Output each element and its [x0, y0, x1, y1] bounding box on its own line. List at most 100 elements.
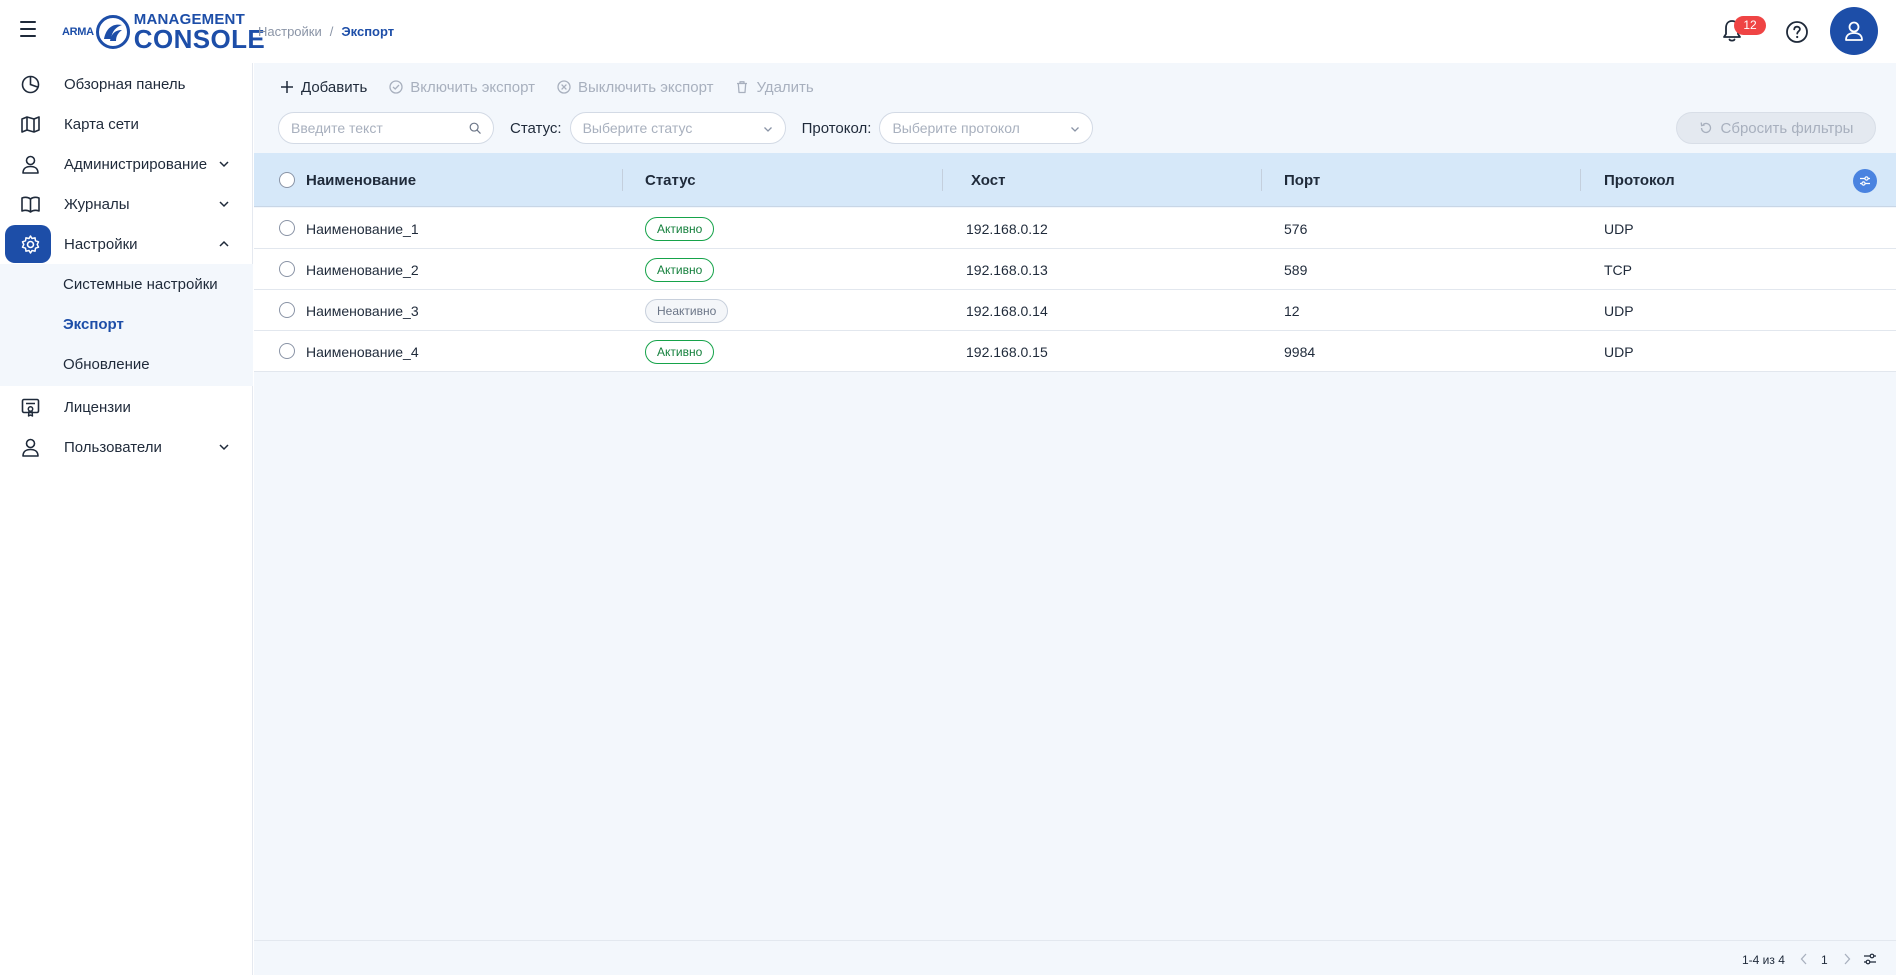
chevron-down-icon	[219, 161, 229, 168]
status-badge: Неактивно	[645, 299, 729, 323]
cell-host: 192.168.0.14	[966, 303, 1048, 319]
reset-filters-button[interactable]: Сбросить фильтры	[1676, 112, 1876, 144]
enable-export-button[interactable]: Включить экспорт	[389, 79, 535, 96]
status-badge: Активно	[645, 217, 715, 241]
enable-export-label: Включить экспорт	[410, 78, 535, 96]
toolbar: Добавить Включить экспорт Выключить эксп…	[280, 77, 814, 97]
sidebar-item-dashboard[interactable]: Обзорная панель	[0, 64, 253, 104]
logo-line2: CONSOLE	[133, 24, 266, 54]
gear-icon	[21, 235, 40, 254]
sidebar-item-network-map[interactable]: Карта сети	[0, 104, 253, 144]
check-circle-icon	[389, 80, 403, 94]
main-content: Добавить Включить экспорт Выключить эксп…	[254, 63, 1896, 975]
delete-button[interactable]: Удалить	[735, 78, 814, 96]
pagination-bar: 1-4 из 4 1	[254, 940, 1896, 975]
cell-port: 12	[1284, 303, 1300, 319]
status-select[interactable]: Выберите статус	[569, 112, 786, 144]
sidebar-item-label: Настройки	[64, 235, 138, 253]
cell-port: 9984	[1284, 344, 1316, 360]
settings-submenu: Системные настройки Экспорт Обновление	[0, 264, 253, 386]
breadcrumb-current: Экспорт	[341, 24, 395, 39]
row-checkbox[interactable]	[279, 220, 295, 236]
cell-protocol: UDP	[1604, 221, 1634, 237]
sidebar-item-users[interactable]: Пользователи	[0, 427, 253, 467]
cell-host: 192.168.0.12	[966, 221, 1048, 237]
table-row[interactable]: Наименование_1 Активно 192.168.0.12 576 …	[254, 208, 1896, 249]
chevron-left-icon[interactable]	[1799, 953, 1809, 965]
disable-export-button[interactable]: Выключить экспорт	[557, 79, 713, 96]
sidebar-item-settings[interactable]: Настройки	[0, 224, 253, 264]
user-icon	[22, 438, 39, 457]
row-checkbox[interactable]	[279, 343, 295, 359]
search-box	[278, 112, 494, 144]
submenu-item-update[interactable]: Обновление	[63, 356, 150, 373]
logo-emblem-icon	[95, 15, 130, 49]
sidebar-item-administration[interactable]: Администрирование	[0, 144, 253, 184]
cell-name: Наименование_3	[306, 303, 419, 319]
sidebar: Обзорная панель Карта сети Администриров…	[0, 63, 253, 975]
column-header-host[interactable]: Хост	[971, 172, 1005, 189]
breadcrumb: Настройки / Экспорт	[258, 24, 394, 39]
submenu-item-export[interactable]: Экспорт	[63, 316, 124, 333]
book-icon	[21, 196, 40, 213]
sidebar-item-label: Пользователи	[64, 438, 162, 456]
user-icon	[1845, 21, 1863, 41]
pagination-range: 1-4 из 4	[1742, 953, 1785, 967]
breadcrumb-separator: /	[329, 24, 334, 39]
status-filter-label: Статус	[510, 119, 558, 137]
chevron-up-icon	[219, 240, 229, 247]
column-header-port[interactable]: Порт	[1284, 172, 1320, 189]
column-header-name[interactable]: Наименование	[306, 172, 416, 189]
cell-host: 192.168.0.13	[966, 262, 1048, 278]
protocol-select[interactable]: Выберите протокол	[879, 112, 1094, 144]
plus-icon	[281, 81, 293, 93]
app-logo[interactable]: ARMA MANAGEMENT CONSOLE	[62, 12, 265, 52]
help-icon[interactable]	[1785, 20, 1809, 44]
cell-protocol: UDP	[1604, 303, 1634, 319]
chevron-down-icon	[763, 127, 772, 132]
filters-bar: Статус: Выберите статус Протокол: Выбери…	[278, 112, 1094, 144]
protocol-filter-label: Протокол	[801, 119, 868, 137]
column-header-protocol[interactable]: Протокол	[1604, 172, 1675, 189]
logo-brand: ARMA	[62, 26, 94, 38]
delete-label: Удалить	[756, 78, 814, 96]
cell-host: 192.168.0.15	[966, 344, 1048, 360]
chevron-right-icon[interactable]	[1842, 953, 1852, 965]
search-input[interactable]	[291, 120, 461, 136]
user-avatar[interactable]	[1830, 7, 1878, 55]
sidebar-item-label: Журналы	[64, 195, 130, 213]
sliders-icon[interactable]	[1863, 952, 1877, 966]
sidebar-item-licenses[interactable]: Лицензии	[0, 387, 253, 427]
trash-icon	[737, 81, 748, 94]
submenu-item-system-settings[interactable]: Системные настройки	[63, 276, 218, 293]
reset-filters-label: Сбросить фильтры	[1720, 119, 1854, 137]
refresh-icon	[1700, 122, 1711, 134]
pagination-page[interactable]: 1	[1821, 953, 1828, 967]
table-row[interactable]: Наименование_4 Активно 192.168.0.15 9984…	[254, 331, 1896, 372]
dashboard-icon	[21, 75, 40, 94]
sidebar-item-label: Лицензии	[64, 398, 131, 416]
table-row[interactable]: Наименование_3 Неактивно 192.168.0.14 12…	[254, 290, 1896, 331]
license-icon	[21, 398, 40, 417]
protocol-select-placeholder: Выберите протокол	[892, 120, 1020, 136]
column-settings-button[interactable]	[1853, 169, 1877, 193]
sidebar-item-label: Обзорная панель	[64, 75, 186, 93]
chevron-down-icon	[219, 444, 229, 451]
row-checkbox[interactable]	[279, 302, 295, 318]
menu-icon[interactable]	[20, 21, 42, 39]
select-all-checkbox[interactable]	[279, 172, 295, 188]
add-button[interactable]: Добавить	[280, 79, 367, 96]
status-badge: Активно	[645, 258, 715, 282]
row-checkbox[interactable]	[279, 261, 295, 277]
status-select-placeholder: Выберите статус	[582, 120, 693, 136]
map-icon	[21, 116, 40, 133]
notification-badge: 12	[1734, 16, 1766, 35]
table-row[interactable]: Наименование_2 Активно 192.168.0.13 589 …	[254, 249, 1896, 290]
cell-name: Наименование_1	[306, 221, 419, 237]
breadcrumb-parent[interactable]: Настройки	[258, 24, 322, 39]
column-header-status[interactable]: Статус	[645, 172, 696, 189]
sidebar-item-logs[interactable]: Журналы	[0, 184, 253, 224]
add-button-label: Добавить	[301, 78, 368, 96]
search-icon[interactable]	[469, 121, 481, 135]
x-circle-icon	[557, 80, 571, 94]
